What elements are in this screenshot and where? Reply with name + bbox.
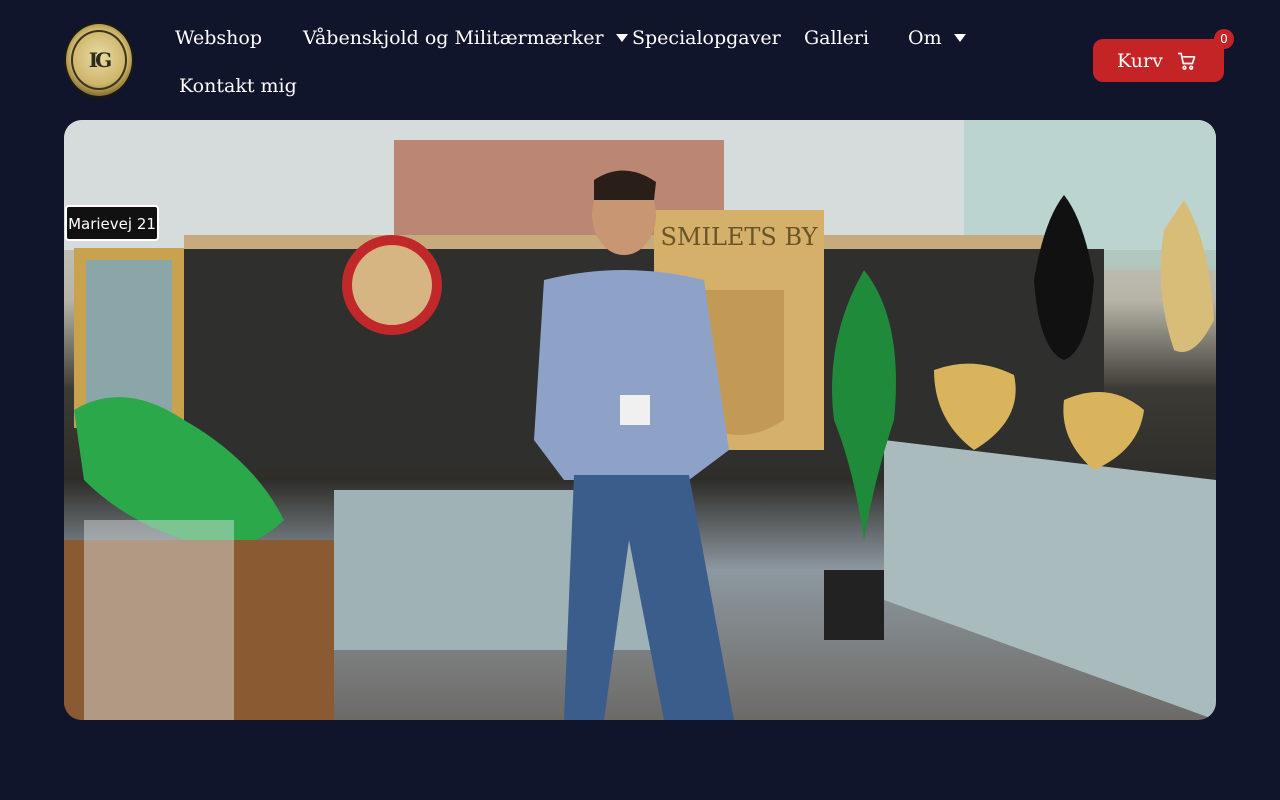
nav-item-label: Webshop xyxy=(175,27,262,49)
site-logo[interactable]: IG xyxy=(64,22,134,98)
logo-ring: IG xyxy=(71,30,127,90)
nav-item-galleri[interactable]: Galleri xyxy=(804,23,869,53)
chevron-down-icon xyxy=(953,34,966,42)
nav-item-label: Våbenskjold og Militærmærker xyxy=(303,27,604,49)
cart-icon xyxy=(1177,52,1196,70)
hero-photo-illustration: Marievej 21 SMILETS BY xyxy=(64,120,1216,720)
glassware xyxy=(84,520,234,720)
person-shirt xyxy=(534,270,729,480)
nav-item-webshop[interactable]: Webshop xyxy=(175,23,262,53)
nav-item-kontakt[interactable]: Kontakt mig xyxy=(179,71,297,101)
lanyard-badge xyxy=(620,395,650,425)
nav-item-specialopgaver[interactable]: Specialopgaver xyxy=(632,23,781,53)
carved-panel-text: SMILETS BY xyxy=(660,223,818,251)
chevron-down-icon xyxy=(615,34,628,42)
hero-image: Marievej 21 SMILETS BY xyxy=(64,120,1216,720)
table-right xyxy=(884,440,1216,720)
nav-item-label: Specialopgaver xyxy=(632,27,781,49)
plant-pot xyxy=(824,570,884,640)
nav-item-vaabenskjold[interactable]: Våbenskjold og Militærmærker xyxy=(303,23,628,53)
nav-item-label: Kontakt mig xyxy=(179,75,297,97)
framed-picture-inner xyxy=(86,260,172,416)
person-jeans xyxy=(564,475,734,720)
nav-item-label: Galleri xyxy=(804,27,870,49)
cart-button[interactable]: Kurv xyxy=(1093,39,1224,82)
cart-count-badge: 0 xyxy=(1214,29,1234,49)
cart-label: Kurv xyxy=(1117,49,1163,72)
site-header: IG Webshop Våbenskjold og Militærmærker … xyxy=(0,0,1280,110)
round-plaque-wood xyxy=(352,245,432,325)
logo-monogram: IG xyxy=(88,48,113,72)
nav-item-label: Om xyxy=(908,27,942,49)
nav-item-om[interactable]: Om xyxy=(908,23,966,53)
street-sign-text: Marievej 21 xyxy=(68,215,156,233)
